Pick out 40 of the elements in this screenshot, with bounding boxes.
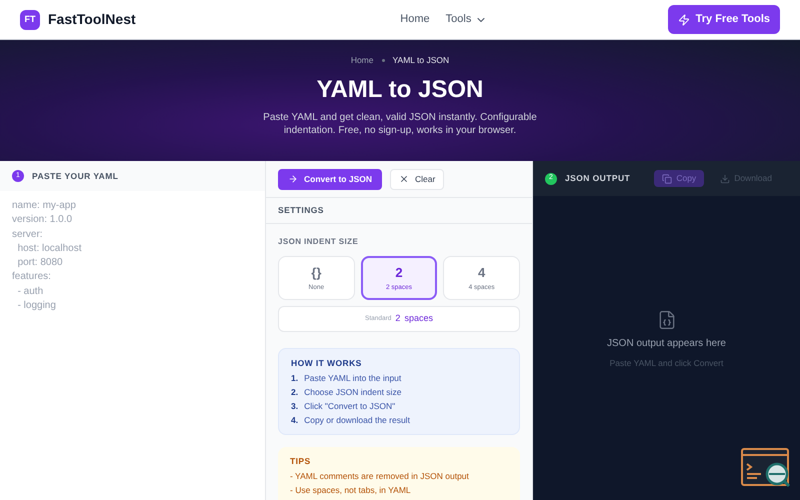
yaml-input-field[interactable]: name: my-app version: 1.0.0 server: host: localhost port: 8080 features: - auth - logging <box>0 191 265 500</box>
download-icon <box>720 174 730 184</box>
step-text: Copy or download the result <box>304 414 410 426</box>
preview-unit: spaces <box>404 312 433 326</box>
step-number: 1. <box>291 372 298 384</box>
try-free-tools-button[interactable]: Try Free Tools <box>668 5 780 34</box>
page-title: YAML to JSON <box>316 74 484 105</box>
tip-text: - Use spaces, not tabs, in YAML <box>290 484 412 496</box>
nav-link[interactable]: Tools <box>446 11 488 28</box>
step-number: 4. <box>291 414 298 426</box>
tip-text: - YAML comments are removed in JSON output <box>290 470 470 482</box>
indent-size-label: JSON INDENT SIZE <box>278 236 360 248</box>
close-icon <box>399 174 410 184</box>
brand-name: FastToolNest <box>48 10 136 29</box>
panel-title: PASTE YOUR YAML <box>32 170 118 182</box>
step-text: Paste YAML into the input <box>304 372 402 384</box>
empty-state-title: JSON output appears here <box>607 337 726 352</box>
breadcrumb-separator <box>382 58 384 62</box>
json-file-icon <box>656 310 676 330</box>
panel-title: JSON OUTPUT <box>565 172 630 185</box>
empty-state-hint: Paste YAML and click Convert <box>610 357 724 370</box>
settings-header: SETTINGS <box>266 197 532 224</box>
breadcrumb-link[interactable]: Home <box>350 54 374 67</box>
nav-link[interactable]: Home <box>400 11 430 28</box>
step-text: Choose JSON indent size <box>304 386 402 398</box>
breadcrumb-link[interactable]: YAML to JSON <box>392 54 450 67</box>
card-title: TIPS <box>290 454 312 468</box>
copy-icon <box>662 174 672 184</box>
terminal-search-icon <box>741 448 791 488</box>
preview-value: 2 <box>395 312 400 326</box>
convert-button[interactable]: Convert to JSON <box>278 168 382 190</box>
lightning-icon <box>678 14 690 26</box>
arrow-right-icon <box>288 174 298 184</box>
logo-mark: FT <box>20 10 40 30</box>
clear-button[interactable]: Clear <box>390 168 444 190</box>
step-text: Click "Convert to JSON" <box>304 400 396 412</box>
step-number: 3. <box>291 400 298 412</box>
card-title: HOW IT WORKS <box>291 357 363 370</box>
page-subtitle: Paste YAML and get clean, valid JSON instantly. Configurable indentation. Free, no sign-up, works in your browser. <box>262 110 538 137</box>
step-number: 2. <box>291 386 298 398</box>
